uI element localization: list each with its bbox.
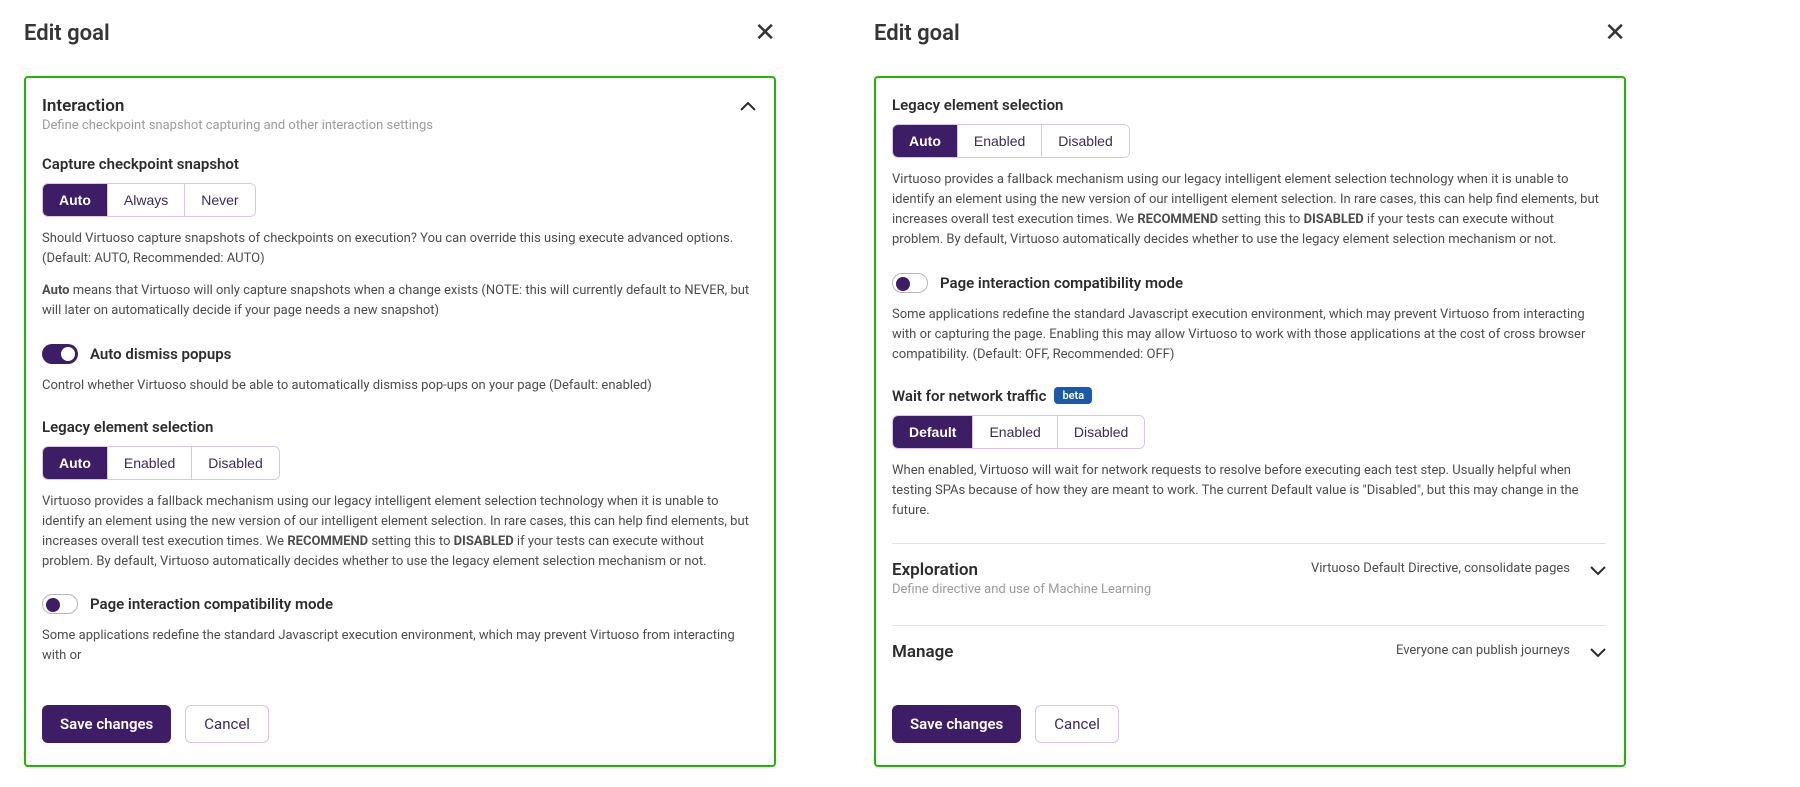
chevron-down-icon [1590, 566, 1606, 576]
compat-label: Page interaction compatibility mode [940, 274, 1183, 292]
legacy-option-enabled[interactable]: Enabled [958, 125, 1042, 157]
section-subtitle: Define checkpoint snapshot capturing and… [42, 118, 433, 133]
panel-scroll[interactable]: Legacy element selection Auto Enabled Di… [892, 96, 1608, 687]
cancel-button[interactable]: Cancel [185, 705, 269, 743]
auto-dismiss-row: Auto dismiss popups [42, 344, 756, 364]
capture-desc-2: Auto means that Virtuoso will only captu… [42, 281, 756, 321]
manage-header[interactable]: Manage Everyone can publish journeys [892, 642, 1606, 662]
dialog-header: Edit goal ✕ [874, 20, 1626, 46]
compat-desc-full: Some applications redefine the standard … [892, 305, 1606, 365]
interaction-panel-scrolled: Legacy element selection Auto Enabled Di… [874, 76, 1626, 767]
panel-scroll[interactable]: Interaction Define checkpoint snapshot c… [42, 96, 758, 687]
compat-row: Page interaction compatibility mode [42, 594, 756, 614]
legacy-field: Legacy element selection Auto Enabled Di… [892, 96, 1606, 251]
manage-title: Manage [892, 642, 953, 662]
beta-badge: beta [1054, 387, 1092, 404]
wait-option-enabled[interactable]: Enabled [973, 416, 1057, 448]
exploration-summary: Virtuoso Default Directive, consolidate … [1311, 561, 1570, 576]
save-button[interactable]: Save changes [42, 705, 171, 743]
save-button[interactable]: Save changes [892, 705, 1021, 743]
capture-option-never[interactable]: Never [185, 184, 254, 216]
compat-row: Page interaction compatibility mode [892, 273, 1606, 293]
compat-toggle[interactable] [42, 594, 78, 614]
section-title: Interaction [42, 96, 433, 116]
dialog-title: Edit goal [874, 21, 960, 46]
legacy-toggle-group: Auto Enabled Disabled [42, 446, 280, 480]
auto-dismiss-label: Auto dismiss popups [90, 345, 231, 363]
capture-option-always[interactable]: Always [108, 184, 185, 216]
compat-desc-partial: Some applications redefine the standard … [42, 626, 756, 666]
capture-auto-word: Auto [42, 283, 70, 298]
wait-option-default[interactable]: Default [893, 416, 973, 448]
manage-summary: Everyone can publish journeys [1396, 643, 1570, 658]
capture-desc-1: Should Virtuoso capture snapshots of che… [42, 229, 756, 269]
wait-field: Wait for network traffic beta Default En… [892, 387, 1606, 521]
legacy-option-disabled[interactable]: Disabled [1042, 125, 1128, 157]
exploration-header[interactable]: Exploration Define directive and use of … [892, 560, 1606, 597]
capture-field: Capture checkpoint snapshot Auto Always … [42, 155, 756, 322]
dialog-footer: Save changes Cancel [42, 687, 758, 747]
wait-title: Wait for network traffic beta [892, 387, 1606, 405]
manage-section: Manage Everyone can publish journeys [892, 625, 1606, 668]
auto-dismiss-desc: Control whether Virtuoso should be able … [42, 376, 756, 396]
edit-goal-dialog-left: Edit goal ✕ Interaction Define checkpoin… [0, 0, 800, 787]
legacy-option-auto[interactable]: Auto [893, 125, 958, 157]
legacy-desc: Virtuoso provides a fallback mechanism u… [42, 492, 756, 573]
wait-option-disabled[interactable]: Disabled [1058, 416, 1144, 448]
legacy-title: Legacy element selection [892, 96, 1606, 114]
dialog-footer: Save changes Cancel [892, 687, 1608, 747]
legacy-option-disabled[interactable]: Disabled [192, 447, 278, 479]
interaction-section-header[interactable]: Interaction Define checkpoint snapshot c… [42, 96, 756, 133]
interaction-panel: Interaction Define checkpoint snapshot c… [24, 76, 776, 767]
edit-goal-dialog-right: Edit goal ✕ Legacy element selection Aut… [850, 0, 1650, 787]
legacy-desc: Virtuoso provides a fallback mechanism u… [892, 170, 1606, 251]
legacy-option-enabled[interactable]: Enabled [108, 447, 192, 479]
wait-desc: When enabled, Virtuoso will wait for net… [892, 461, 1606, 521]
compat-label: Page interaction compatibility mode [90, 595, 333, 613]
capture-option-auto[interactable]: Auto [43, 184, 108, 216]
close-icon[interactable]: ✕ [1604, 20, 1626, 46]
dialog-title: Edit goal [24, 21, 110, 46]
compat-toggle[interactable] [892, 273, 928, 293]
legacy-toggle-group: Auto Enabled Disabled [892, 124, 1130, 158]
exploration-title: Exploration [892, 560, 1151, 580]
dialog-header: Edit goal ✕ [24, 20, 776, 46]
legacy-title: Legacy element selection [42, 418, 756, 436]
close-icon[interactable]: ✕ [754, 20, 776, 46]
capture-title: Capture checkpoint snapshot [42, 155, 756, 173]
exploration-section: Exploration Define directive and use of … [892, 543, 1606, 603]
capture-toggle-group: Auto Always Never [42, 183, 256, 217]
wait-toggle-group: Default Enabled Disabled [892, 415, 1145, 449]
exploration-subtitle: Define directive and use of Machine Lear… [892, 582, 1151, 597]
legacy-field: Legacy element selection Auto Enabled Di… [42, 418, 756, 573]
chevron-up-icon [740, 102, 756, 112]
cancel-button[interactable]: Cancel [1035, 705, 1119, 743]
chevron-down-icon [1590, 648, 1606, 658]
auto-dismiss-toggle[interactable] [42, 344, 78, 364]
legacy-option-auto[interactable]: Auto [43, 447, 108, 479]
